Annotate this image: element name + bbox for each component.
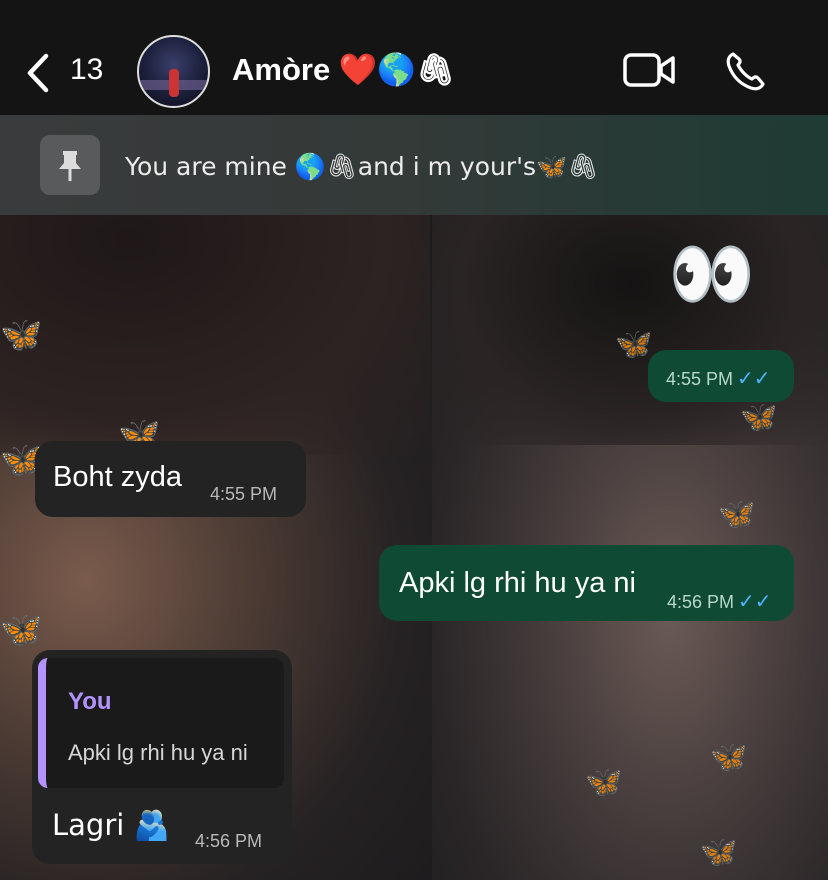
message-text: Boht zyda <box>53 461 182 493</box>
message-text: Lagri 🫂 <box>52 808 170 842</box>
chevron-left-icon <box>27 53 49 93</box>
chat-header: 13 Amòre ❤️🌎🖇 <box>0 0 828 115</box>
reply-author: You <box>68 688 112 715</box>
butterfly-icon: 🦋 <box>0 316 43 354</box>
butterfly-icon: 🦋 <box>0 611 43 649</box>
reply-quote[interactable]: You Apki lg rhi hu ya ni <box>38 658 284 788</box>
back-button[interactable] <box>20 48 60 98</box>
butterfly-icon: 🦋 <box>740 401 778 434</box>
message-time: 4:55 PM <box>666 369 734 389</box>
message-incoming[interactable]: Boht zyda 4:55 PM <box>35 441 306 517</box>
butterfly-icon: 🦋 <box>615 328 653 361</box>
phone-icon <box>726 52 765 91</box>
butterfly-icon: 🦋 <box>700 836 738 869</box>
video-camera-icon <box>623 53 675 87</box>
contact-title[interactable]: Amòre ❤️🌎🖇 <box>232 51 455 88</box>
message-incoming-reply[interactable]: You Apki lg rhi hu ya ni Lagri 🫂 4:56 PM <box>32 650 292 864</box>
read-ticks-icon: ✓✓ <box>738 591 772 613</box>
eyes-emoji: 👀 <box>668 233 755 315</box>
message-text: Apki lg rhi hu ya ni <box>399 567 636 599</box>
message-time: 4:56 PM <box>195 831 263 851</box>
butterfly-icon: 🦋 <box>585 766 623 799</box>
message-time: 4:55 PM <box>210 484 278 504</box>
contact-name: Amòre <box>232 52 331 87</box>
pinned-text: You are mine 🌎🖇and i m your's🦋🖇 <box>125 152 599 181</box>
avatar[interactable] <box>137 35 210 108</box>
message-time: 4:56 PM <box>667 592 735 612</box>
butterfly-icon: 🦋 <box>718 498 756 531</box>
reply-text: Apki lg rhi hu ya ni <box>68 740 248 765</box>
pinned-message-bar[interactable]: You are mine 🌎🖇and i m your's🦋🖇 <box>0 115 828 215</box>
unread-count[interactable]: 13 <box>70 53 103 87</box>
pin-icon <box>59 151 81 181</box>
timestamp-bubble: 4:55 PM ✓✓ <box>648 350 794 402</box>
pin-button[interactable] <box>40 135 100 195</box>
contact-emojis: ❤️🌎🖇 <box>338 52 456 88</box>
voice-call-button[interactable] <box>723 50 767 99</box>
butterfly-icon: 🦋 <box>710 741 748 774</box>
message-outgoing[interactable]: Apki lg rhi hu ya ni 4:56 PM ✓✓ <box>379 545 794 621</box>
read-ticks-icon: ✓✓ <box>737 368 771 390</box>
chat-area[interactable]: 🦋 🦋 🦋 🦋 🦋 🦋 🦋 🦋 🦋 🦋 👀 4:55 PM ✓✓ Boht zyd… <box>0 215 828 880</box>
video-call-button[interactable] <box>623 52 675 93</box>
